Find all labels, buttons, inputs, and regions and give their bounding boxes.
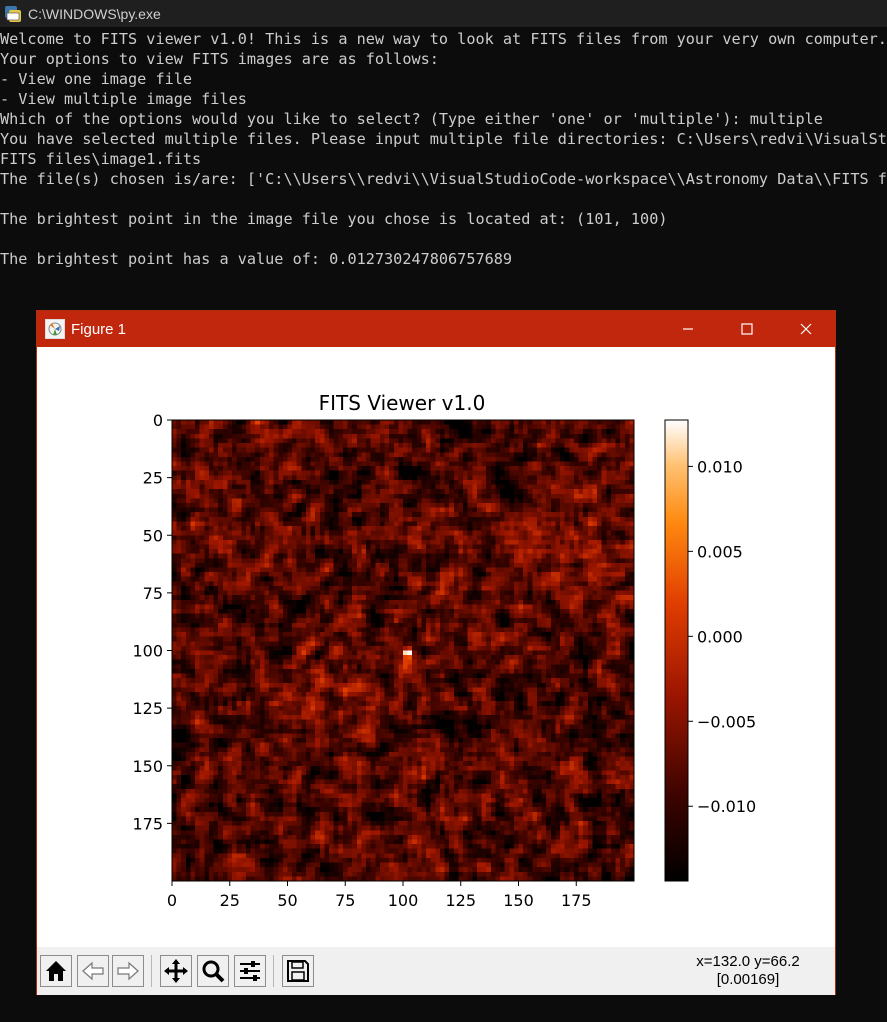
console-line: Which of the options would you like to s…: [0, 110, 823, 128]
y-tick-label: 125: [132, 699, 163, 718]
console-line: The brightest point in the image file yo…: [0, 210, 668, 228]
navigation-toolbar: x=132.0 y=66.2 [0.00169]: [37, 947, 835, 995]
y-tick-label: 50: [143, 526, 163, 545]
y-tick-label: 150: [132, 757, 163, 776]
colorbar-tick-label: −0.010: [697, 797, 756, 816]
console-output: Welcome to FITS viewer v1.0! This is a n…: [0, 29, 887, 269]
y-tick-label: 75: [143, 584, 163, 603]
toolbar-separator: [151, 955, 152, 987]
y-tick-label: 0: [153, 411, 163, 430]
save-button[interactable]: [282, 955, 314, 987]
x-tick-label: 125: [445, 891, 476, 910]
console-line: The brightest point has a value of: 0.01…: [0, 250, 513, 268]
console-line: - View multiple image files: [0, 90, 247, 108]
console-line: Welcome to FITS viewer v1.0! This is a n…: [0, 30, 887, 48]
matplotlib-icon: [45, 319, 65, 339]
colorbar-tick-label: −0.005: [697, 712, 756, 731]
python-icon: [5, 5, 21, 22]
console-title: C:\WINDOWS\py.exe: [28, 5, 161, 22]
zoom-icon: [202, 960, 225, 983]
pan-button[interactable]: [160, 955, 192, 987]
x-tick-label: 150: [503, 891, 534, 910]
colorbar-tick-label: 0.000: [697, 627, 743, 646]
back-button[interactable]: [77, 955, 109, 987]
y-tick-label: 100: [132, 642, 163, 661]
y-tick-label: 175: [132, 814, 163, 833]
console-line: - View one image file: [0, 70, 193, 88]
status-coordinates: x=132.0 y=66.2: [696, 953, 800, 970]
maximize-icon: [741, 323, 753, 335]
back-icon: [82, 961, 104, 981]
plot-title: FITS Viewer v1.0: [319, 391, 486, 415]
figure-title: Figure 1: [71, 320, 127, 338]
minimize-icon: [683, 328, 693, 330]
toolbar-separator: [273, 955, 274, 987]
x-tick-label: 75: [335, 891, 355, 910]
maximize-button[interactable]: [718, 311, 776, 347]
x-tick-label: 25: [220, 891, 240, 910]
console-line: You have selected multiple files. Please…: [0, 130, 887, 148]
console-line: FITS files\image1.fits: [0, 150, 202, 168]
figure-canvas[interactable]: FITS Viewer v1.0 0 25 50 75 100 125 150 175 0 25…: [37, 347, 835, 947]
minimize-button[interactable]: [659, 311, 717, 347]
pan-icon: [164, 959, 188, 983]
configure-icon: [240, 961, 260, 981]
home-button[interactable]: [40, 955, 72, 987]
x-tick-label: 50: [277, 891, 297, 910]
y-tick-label: 25: [143, 469, 163, 488]
x-tick-label: 100: [388, 891, 419, 910]
home-icon: [46, 961, 66, 981]
colorbar-tick-label: 0.005: [697, 542, 743, 561]
figure-titlebar[interactable]: Figure 1: [37, 311, 835, 347]
colorbar-tick-label: 0.010: [697, 457, 743, 476]
x-tick-label: 0: [167, 891, 177, 910]
console-titlebar[interactable]: C:\WINDOWS\py.exe: [0, 0, 887, 27]
cursor-status: x=132.0 y=66.2 [0.00169]: [673, 953, 823, 989]
x-tick-label: 175: [561, 891, 592, 910]
close-button[interactable]: [777, 311, 835, 347]
configure-subplots-button[interactable]: [234, 955, 266, 987]
forward-icon: [117, 961, 139, 981]
console-line: Your options to view FITS images are as …: [0, 50, 439, 68]
zoom-button[interactable]: [197, 955, 229, 987]
colorbar: [664, 419, 689, 882]
status-value: [0.00169]: [716, 971, 780, 988]
heatmap-raster: [172, 420, 634, 881]
forward-button[interactable]: [112, 955, 144, 987]
close-icon: [800, 323, 812, 335]
console-line: The file(s) chosen is/are: ['C:\\Users\\…: [0, 170, 887, 188]
figure-window[interactable]: Figure 1 FITS Viewer v1.0 0 25 50 75 100 125 1…: [36, 310, 836, 995]
save-icon: [287, 960, 309, 982]
heatmap-image[interactable]: [172, 420, 634, 881]
